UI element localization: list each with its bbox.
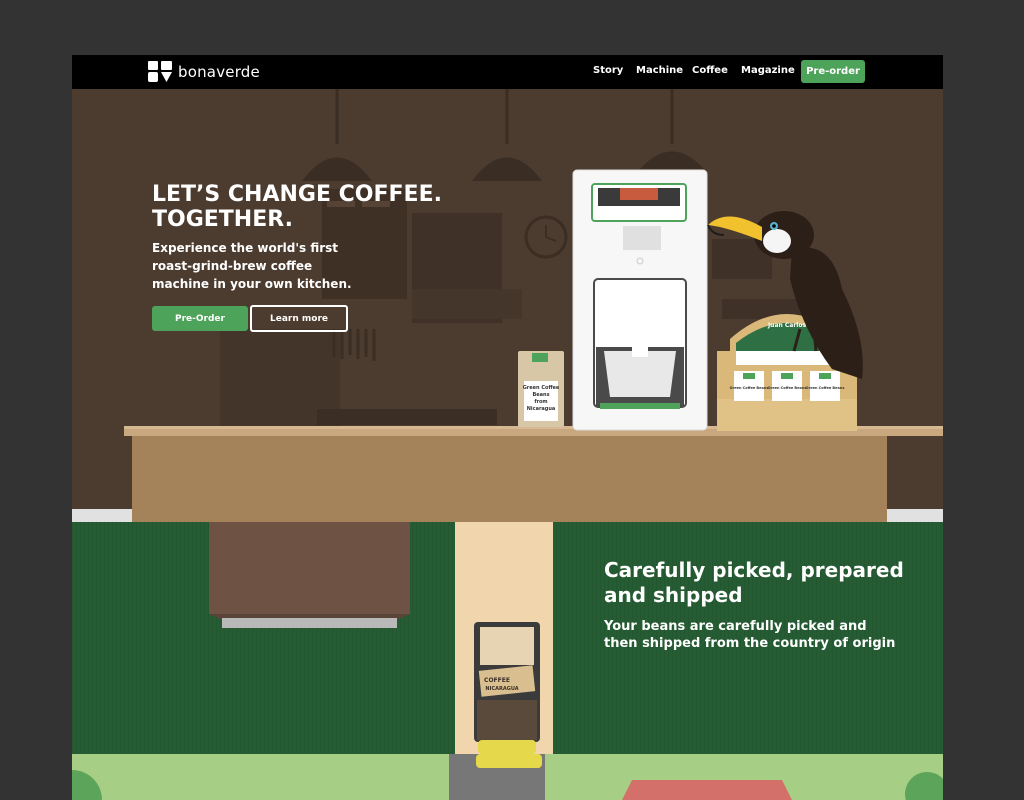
next-section-preview bbox=[72, 754, 943, 800]
shipping-title: Carefully picked, prepared and shipped bbox=[604, 558, 904, 607]
website-frame: bonaverde Story Machine Coffee Magazine … bbox=[72, 55, 943, 800]
brand-logo[interactable]: bonaverde bbox=[148, 61, 260, 82]
bag-label-line1: Green Coffee bbox=[523, 385, 560, 391]
hero-section: Green Coffee Beans from Nicaragua Juan C… bbox=[72, 89, 943, 522]
hero-title: LET’S CHANGE COFFEE. TOGETHER. bbox=[152, 182, 452, 232]
coffee-machine-illustration bbox=[572, 169, 708, 431]
bag-label-line2: Beans bbox=[532, 392, 549, 398]
bag-label-line3: from bbox=[534, 399, 547, 405]
brand-name: bonaverde bbox=[178, 62, 260, 81]
landscape-illustration bbox=[72, 754, 943, 800]
nav-link-story[interactable]: Story bbox=[593, 65, 623, 76]
logo-mark-icon bbox=[148, 61, 172, 82]
top-navbar: bonaverde Story Machine Coffee Magazine … bbox=[72, 55, 943, 89]
bag-label-line4: Nicaragua bbox=[527, 406, 556, 412]
truck-sign-line1: COFFEE bbox=[484, 677, 510, 684]
shipping-subtitle: Your beans are carefully picked and then… bbox=[604, 619, 896, 651]
nav-link-machine[interactable]: Machine bbox=[636, 65, 683, 76]
nav-preorder-button[interactable]: Pre-order bbox=[801, 60, 865, 83]
hero-title-line1: LET’S CHANGE COFFEE. bbox=[152, 182, 442, 207]
hero-preorder-button[interactable]: Pre-Order bbox=[152, 306, 248, 331]
truck-sign-line2: NICARAGUA bbox=[485, 686, 518, 692]
crate-label-2: Green Coffee Beans bbox=[768, 386, 807, 390]
crate-label-3: Green Coffee Beans bbox=[806, 386, 845, 390]
hero-subtitle: Experience the world's first roast-grind… bbox=[152, 241, 352, 291]
hero-title-line2: TOGETHER. bbox=[152, 207, 293, 232]
nav-link-magazine[interactable]: Magazine bbox=[741, 65, 795, 76]
crate-sign-text: Juan Carlos bbox=[767, 322, 807, 329]
learn-more-button[interactable]: Learn more bbox=[250, 305, 348, 332]
crate-label-1: Green Coffee Beans bbox=[730, 386, 769, 390]
nav-link-coffee[interactable]: Coffee bbox=[692, 65, 728, 76]
shipping-section: COFFEE NICARAGUA Carefully picked, prepa… bbox=[72, 522, 943, 754]
